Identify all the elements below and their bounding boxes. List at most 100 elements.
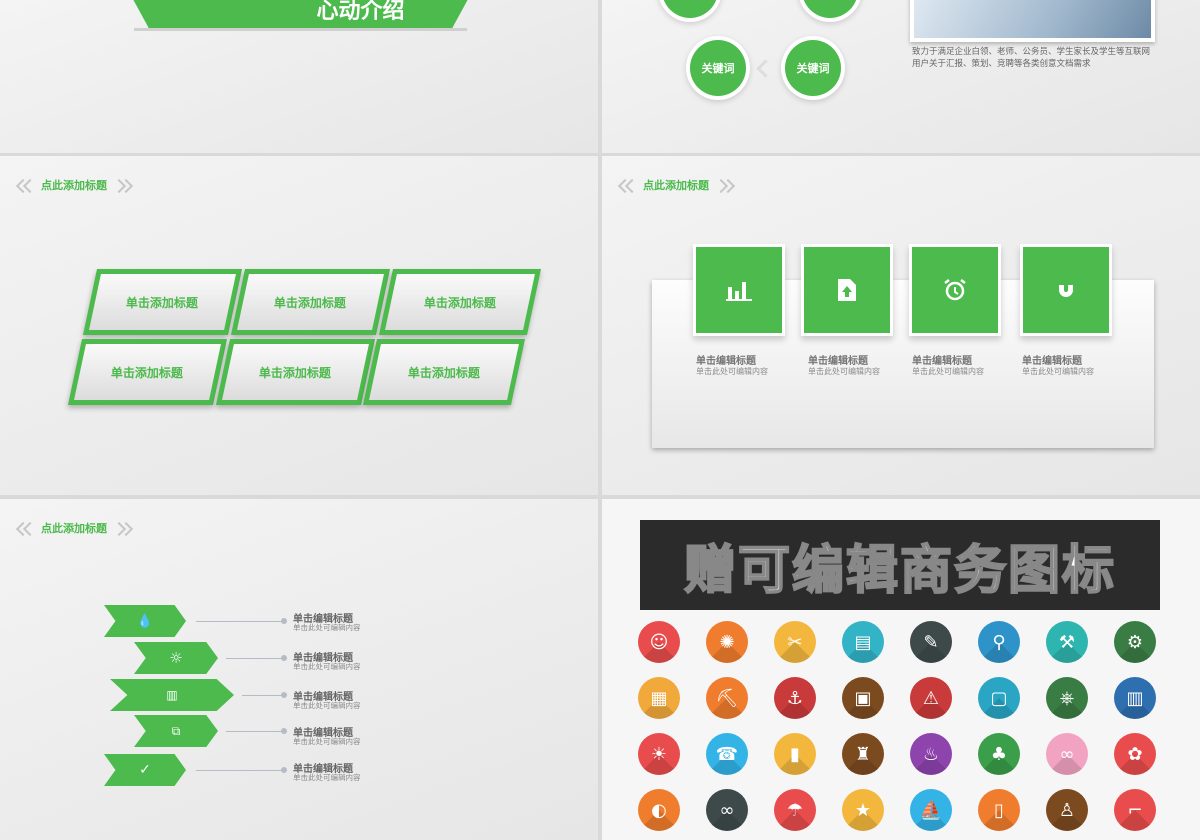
brick-wall-icon: ▦ (638, 677, 680, 719)
slide-thumbnail-2[interactable]: 关键词 关键词 致力于满足企业白领、老师、公务员、学生家长及学生等互联网用户关于… (602, 0, 1200, 153)
step-arrow-2[interactable]: ☼ (134, 642, 218, 674)
warning-icon: ⚠ (910, 677, 952, 719)
building-icon: ▥ (1114, 677, 1156, 719)
step-subtitle-3: 单击此处可编辑内容 (293, 701, 361, 710)
starfish-icon: ★ (842, 789, 884, 831)
title-badge-shadow (134, 28, 467, 31)
keyword-circle-2[interactable]: 关键词 (785, 40, 841, 96)
bar-chart-icon (726, 282, 752, 301)
feature-box-3[interactable] (912, 247, 998, 333)
slide-thumbnail-3[interactable]: 点此添加标题 单击添加标题 单击添加标题 单击添加标题 单击添加标题 单击添加标… (0, 156, 598, 495)
feature-box-1[interactable] (696, 247, 782, 333)
connector-dot (281, 767, 287, 773)
title-card-6[interactable]: 单击添加标题 (362, 339, 526, 405)
pencil-ruler-icon: ✎ (910, 621, 952, 663)
arrow-left-icon (756, 59, 775, 78)
title-card-label: 单击添加标题 (274, 295, 347, 310)
slide-header: 点此添加标题 (14, 521, 134, 537)
crane-icon: ⚓ (774, 677, 816, 719)
slide-thumbnail-5[interactable]: 点此添加标题 💧 单击编辑标题 单击此处可编辑内容 ☼ 单击编辑标题 单击此处可… (0, 499, 598, 840)
feature-title-1: 单击编辑标题 (696, 356, 756, 367)
connector-line (242, 695, 282, 696)
keyword-circle-1[interactable]: 关键词 (690, 40, 746, 96)
chevrons-right-icon (713, 178, 736, 194)
title-badge: 心动介绍 (128, 0, 473, 28)
alarm-clock-icon (944, 279, 966, 301)
title-card-1[interactable]: 单击添加标题 (82, 269, 243, 335)
title-card-label: 单击添加标题 (259, 365, 332, 380)
hammer-icon: ⚒ (1046, 621, 1088, 663)
description-text: 致力于满足企业白领、老师、公务员、学生家长及学生等互联网用户关于汇报、策划、竞聘… (912, 47, 1151, 69)
connector-dot (281, 655, 287, 661)
keyword-circle-top-right (802, 0, 858, 18)
feature-box-2[interactable] (804, 247, 890, 333)
icon-gift-banner: 赠可编辑商务图标 (640, 520, 1160, 610)
phone-drink-icon: ☎ (706, 733, 748, 775)
feature-title-3: 单击编辑标题 (912, 356, 972, 367)
sandcastle-icon: ♜ (842, 733, 884, 775)
sun-icon: ☀ (638, 733, 680, 775)
banner-title: 赠可编辑商务图标 (683, 540, 1116, 602)
step-arrow-3[interactable]: ▥ (110, 679, 234, 711)
step-subtitle-1: 单击此处可编辑内容 (293, 623, 361, 632)
sunglasses-icon: ∞ (706, 789, 748, 831)
slide-thumbnail-6[interactable]: 赠可编辑商务图标 ☺ ✺ ✂ ▤ ✎ ⚲ ⚒ ⚙ ▦ ⛏ ⚓ ▣ ⚠ ▢ ⎈ ▥ ☀ ☎ ▮ ♜ ♨ ♣ ∞ ✿ ◐ ∞ ☂ ★ ⛵ ▯ ♙… (602, 499, 1200, 840)
step-arrow-4[interactable]: ⧉ (134, 715, 218, 747)
slide-thumbnail-4[interactable]: 点此添加标题 单击编辑标题 单击此处可编辑内容 单击编辑标题 单击此处可编辑内容… (602, 156, 1200, 495)
title-card-4[interactable]: 单击添加标题 (67, 339, 228, 405)
title-text: 心动介绍 (316, 0, 405, 24)
title-card-label: 单击添加标题 (423, 295, 496, 310)
sun-icon: ☼ (169, 649, 183, 667)
pineapple-icon: ♣ (978, 733, 1020, 775)
gears-icon: ⚙ (1114, 621, 1156, 663)
compass-icon: ⚲ (978, 621, 1020, 663)
umbrella-icon: ☂ (774, 789, 816, 831)
book-icon: ▥ (166, 688, 178, 702)
title-card-3[interactable]: 单击添加标题 (378, 269, 542, 335)
wheel-icon: ⎈ (1046, 677, 1088, 719)
magnet-icon (1059, 282, 1073, 297)
blueprint-icon: ▤ (842, 621, 884, 663)
popsicle-icon: ♨ (910, 733, 952, 775)
title-card-label: 单击添加标题 (126, 295, 199, 310)
sunscreen-icon: ▮ (774, 733, 816, 775)
keyword-label: 关键词 (701, 62, 735, 75)
step-subtitle-2: 单击此处可编辑内容 (293, 662, 361, 671)
feature-box-4[interactable] (1023, 247, 1109, 333)
step-arrow-5[interactable]: ✓ (104, 754, 186, 786)
upload-icon (838, 279, 856, 301)
title-card-5[interactable]: 单击添加标题 (215, 339, 376, 405)
slide-header: 点此添加标题 (616, 178, 736, 194)
drops-icon: 💧 (136, 613, 154, 629)
feature-title-2: 单击编辑标题 (808, 356, 868, 367)
connector-line (226, 658, 282, 659)
feature-subtitle-1: 单击此处可编辑内容 (696, 367, 768, 376)
bikini-icon: ✿ (1114, 733, 1156, 775)
connector-line (196, 621, 282, 622)
connector-line (196, 770, 282, 771)
slide-header-title: 点此添加标题 (643, 179, 709, 192)
sand-bucket-icon: ♙ (1046, 789, 1088, 831)
beach-ball-icon: ◐ (638, 789, 680, 831)
feature-subtitle-4: 单击此处可编辑内容 (1022, 367, 1094, 376)
step-subtitle-4: 单击此处可编辑内容 (293, 737, 361, 746)
connector-dot (281, 692, 287, 698)
keyword-circle-top-left (662, 0, 718, 18)
tools-icon: ✂ (774, 621, 816, 663)
chevrons-right-icon (111, 178, 134, 194)
slide-header: 点此添加标题 (14, 178, 134, 194)
feature-title-4: 单击编辑标题 (1022, 356, 1082, 367)
excavator-icon: ⛏ (706, 677, 748, 719)
chevrons-left-icon (14, 521, 38, 537)
title-card-label: 单击添加标题 (111, 365, 184, 380)
slide-thumbnail-1[interactable]: 心动介绍 (0, 0, 598, 153)
chevrons-left-icon (14, 178, 38, 194)
step-arrow-1[interactable]: 💧 (104, 605, 186, 637)
tags-icon: ⧉ (171, 723, 181, 738)
keyword-label: 关键词 (796, 62, 830, 75)
step-subtitle-5: 单击此处可编辑内容 (293, 773, 361, 782)
chevrons-right-icon (111, 521, 134, 537)
toolbox-icon: ▢ (978, 677, 1020, 719)
photo-image (910, 0, 1155, 42)
title-card-2[interactable]: 单击添加标题 (230, 269, 391, 335)
